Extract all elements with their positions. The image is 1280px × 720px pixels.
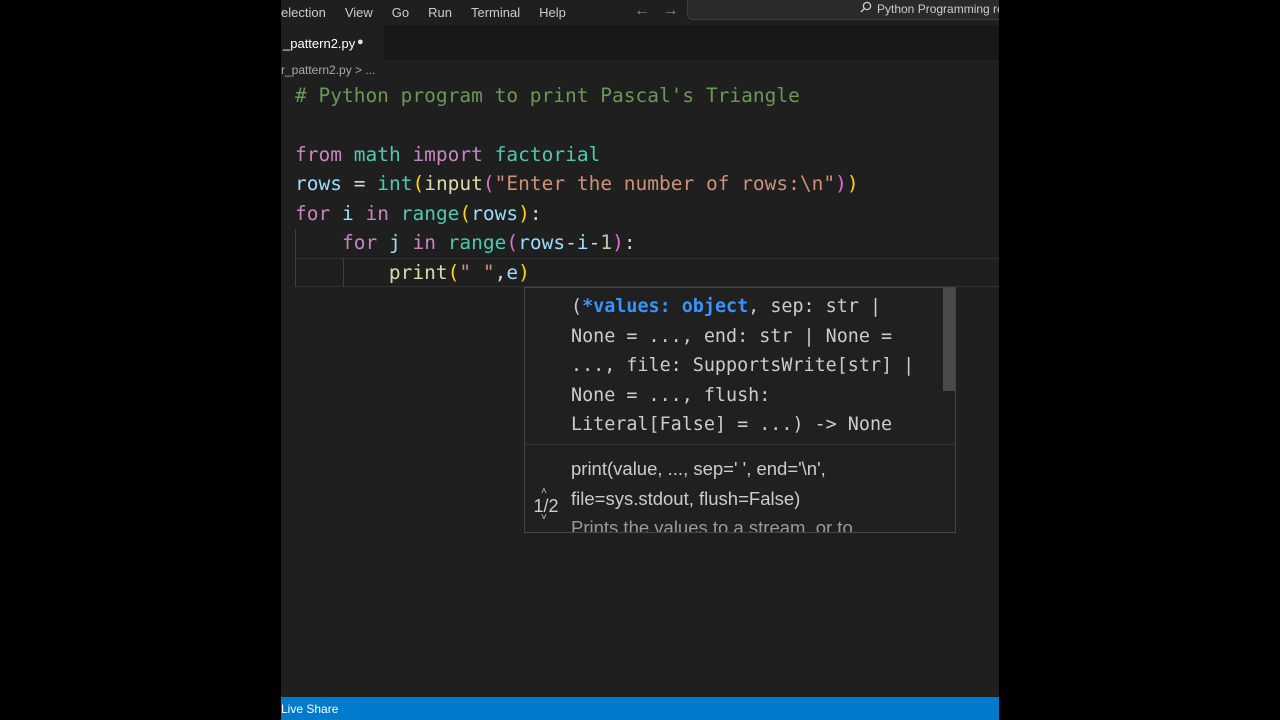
code-line-1: # Python program to print Pascal's Trian… [295,84,800,107]
active-parameter: *values: object [582,296,749,317]
live-share-button[interactable]: Live Share [281,702,338,716]
signature-text: (*values: object, sep: str | None = ...,… [571,296,915,435]
chevron-up-icon[interactable]: ˄ [541,486,547,497]
tab-bar: _pattern2.py ● [281,25,999,60]
menu-view[interactable]: View [345,5,373,20]
menu-help[interactable]: Help [539,5,566,20]
popup-divider [525,444,955,445]
code-line-7: print(" ",e) [388,261,530,284]
back-arrow-icon[interactable]: ← [634,2,650,19]
code-line-5: for i in range(rows): [295,202,542,225]
code-line-3: from math import factorial [295,143,601,166]
search-icon [860,1,872,16]
menu-bar: election View Go Run Terminal Help ← → P… [281,0,999,25]
menu-go[interactable]: Go [392,5,409,20]
tab-pattern2-py[interactable]: _pattern2.py ● [281,25,384,60]
menu-selection[interactable]: election [281,5,326,20]
breadcrumb[interactable]: r_pattern2.py > ... [281,63,375,81]
overload-counter[interactable]: ˄ 1/2 ˅ [527,486,565,523]
search-text: Python Programming re [877,2,999,16]
signature-documentation: print(value, ..., sep=' ', end='\n', fil… [571,458,853,533]
code-line-4: rows = int(input("Enter the number of ro… [295,172,859,195]
code-line-6: for j in range(rows-i-1): [341,231,636,254]
command-center-search[interactable]: Python Programming re [687,0,999,20]
menu-terminal[interactable]: Terminal [471,5,520,20]
signature-help-popup[interactable]: (*values: object, sep: str | None = ...,… [524,287,956,533]
status-bar: Live Share [281,697,999,720]
chevron-down-icon[interactable]: ˅ [541,512,547,523]
forward-arrow-icon[interactable]: → [662,2,678,19]
tab-label: _pattern2.py [283,36,356,51]
popup-scrollbar[interactable] [943,288,955,391]
unsaved-dot-icon[interactable]: ● [357,36,364,48]
menu-run[interactable]: Run [428,5,452,20]
vscode-window: election View Go Run Terminal Help ← → P… [281,0,999,720]
